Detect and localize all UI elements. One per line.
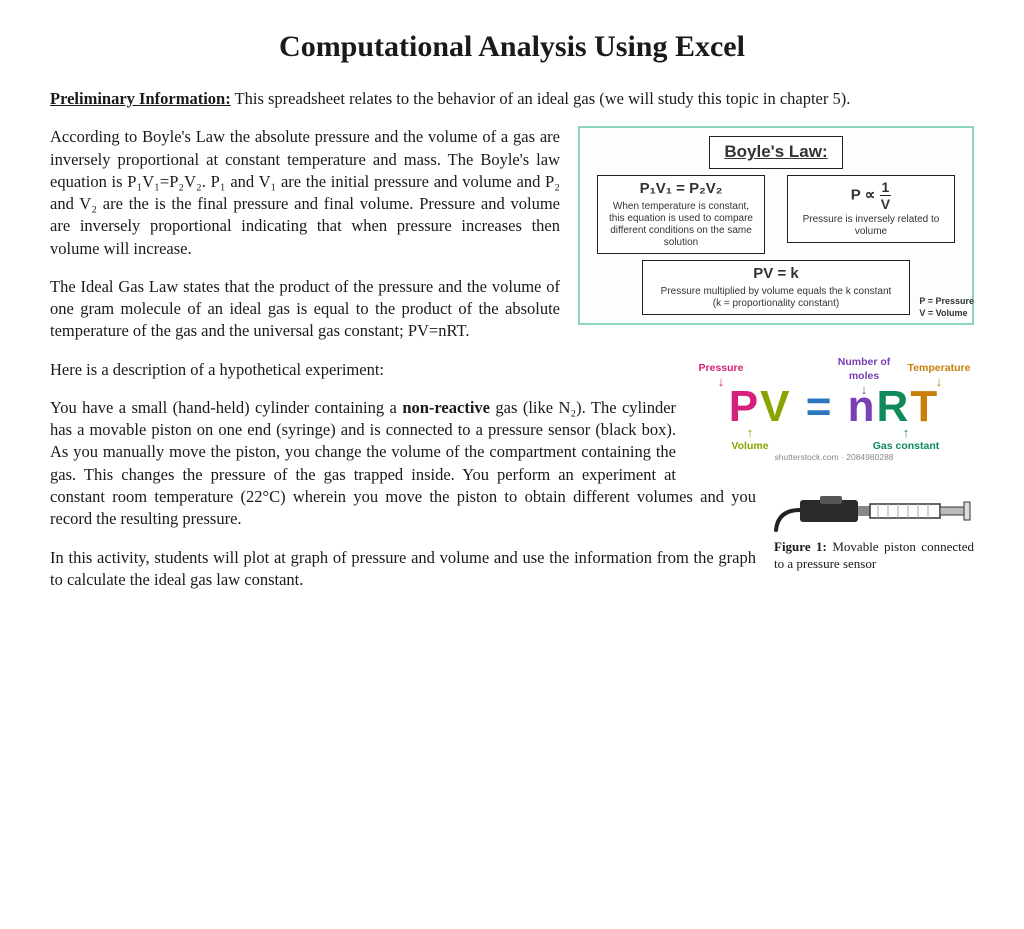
label-pressure: Pressure ↓ xyxy=(686,361,756,388)
figure-1: Figure 1: Movable piston connected to a … xyxy=(774,482,974,573)
figure-1-caption: Figure 1: Movable piston connected to a … xyxy=(774,538,974,573)
pvnrt-figure: Pressure ↓ Number of moles ↓ Temperature… xyxy=(694,359,974,472)
non-reactive-label: non-reactive xyxy=(402,398,490,417)
boyles-eq-p1v1: P₁V₁ = P₂V₂ When temperature is constant… xyxy=(597,175,765,254)
boyles-eq-pvk: PV = k Pressure multiplied by volume equ… xyxy=(642,260,911,315)
label-volume: ↑ Volume xyxy=(720,426,780,453)
page-title: Computational Analysis Using Excel xyxy=(50,30,974,64)
prelim-text: This spreadsheet relates to the behavior… xyxy=(231,89,851,108)
image-credit: shutterstock.com · 2084980288 xyxy=(694,452,974,463)
label-temperature: Temperature ↓ xyxy=(904,361,974,388)
sensor-icon xyxy=(774,482,974,532)
boyles-law-title: Boyle's Law: xyxy=(709,136,842,169)
label-gas-constant: ↑ Gas constant xyxy=(866,426,946,453)
label-moles: Number of moles ↓ xyxy=(834,355,894,396)
preliminary-info: Preliminary Information: This spreadshee… xyxy=(50,88,974,110)
boyles-law-figure: Boyle's Law: P₁V₁ = P₂V₂ When temperatur… xyxy=(578,126,974,325)
boyles-legend: P = Pressure V = Volume xyxy=(919,296,974,319)
boyles-eq-inverse: P ∝ 1 V Pressure is inversely related to… xyxy=(787,175,955,243)
prelim-label: Preliminary Information: xyxy=(50,89,231,108)
